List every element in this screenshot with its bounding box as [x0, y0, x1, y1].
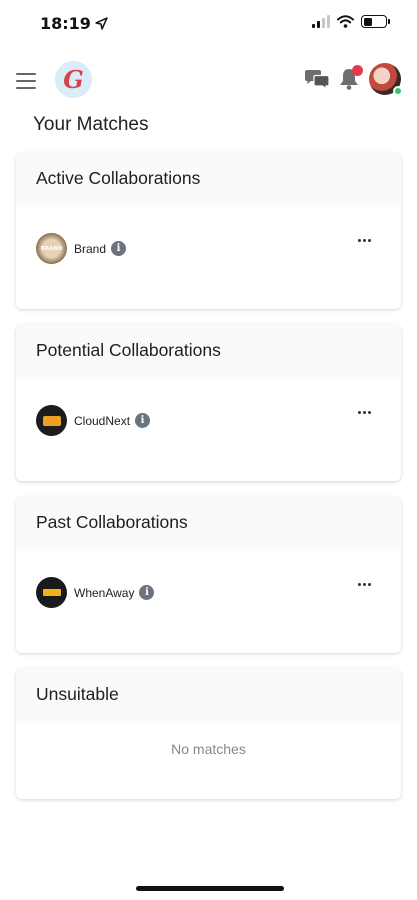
card-body: CloudNext i: [16, 377, 401, 481]
page-title: Your Matches: [33, 114, 149, 135]
card-body: WhenAway i: [16, 549, 401, 653]
brand-logo-text: BRAND: [40, 245, 63, 252]
notifications-button[interactable]: [337, 65, 363, 92]
status-time-text: 18:19: [40, 14, 91, 33]
info-icon-glyph: i: [140, 415, 145, 426]
cloudnext-logo: [36, 405, 67, 436]
status-time: 18:19: [40, 14, 108, 33]
battery-icon: [361, 15, 390, 28]
app-logo-letter: G: [63, 65, 84, 94]
info-icon[interactable]: i: [139, 585, 155, 600]
more-options-icon[interactable]: [358, 583, 371, 586]
info-icon-glyph: i: [116, 243, 121, 254]
card-title: Active Collaborations: [16, 153, 401, 205]
cellular-signal-icon: [312, 15, 330, 28]
brand-logo: BRAND: [36, 233, 67, 264]
status-icons: [312, 15, 390, 28]
info-icon-glyph: i: [145, 587, 149, 598]
info-icon[interactable]: i: [111, 241, 127, 256]
card-title: Unsuitable: [16, 669, 401, 721]
app-logo[interactable]: G: [55, 61, 92, 98]
hamburger-menu-icon[interactable]: [16, 73, 36, 89]
card-title: Past Collaborations: [16, 497, 401, 549]
home-indicator[interactable]: [136, 886, 284, 891]
match-name: WhenAway: [74, 585, 135, 600]
status-bar: 18:19: [0, 0, 417, 50]
match-name: CloudNext: [74, 413, 131, 428]
more-options-icon[interactable]: [358, 239, 371, 242]
unsuitable-card: Unsuitable No matches: [16, 669, 401, 799]
chat-bubbles-icon[interactable]: [303, 68, 331, 92]
match-item-brand[interactable]: BRAND Brand i: [36, 233, 127, 264]
info-icon[interactable]: i: [135, 413, 151, 428]
notification-badge: [352, 65, 363, 76]
card-body: BRAND Brand i: [16, 205, 401, 309]
past-collaborations-card: Past Collaborations WhenAway i: [16, 497, 401, 653]
active-collaborations-card: Active Collaborations BRAND Brand i: [16, 153, 401, 309]
empty-state-text: No matches: [171, 741, 246, 757]
online-status-indicator: [393, 86, 403, 96]
whenaway-logo: [36, 577, 67, 608]
more-options-icon[interactable]: [358, 411, 371, 414]
user-avatar[interactable]: [369, 63, 403, 96]
card-body: No matches: [16, 721, 401, 799]
match-item-cloudnext[interactable]: CloudNext i: [36, 405, 151, 436]
match-name: Brand: [74, 241, 107, 256]
app-header: G: [0, 55, 417, 107]
match-item-whenaway[interactable]: WhenAway i: [36, 577, 155, 608]
card-title: Potential Collaborations: [16, 325, 401, 377]
wifi-icon: [337, 15, 354, 28]
potential-collaborations-card: Potential Collaborations CloudNext i: [16, 325, 401, 481]
location-arrow-icon: [95, 17, 108, 30]
